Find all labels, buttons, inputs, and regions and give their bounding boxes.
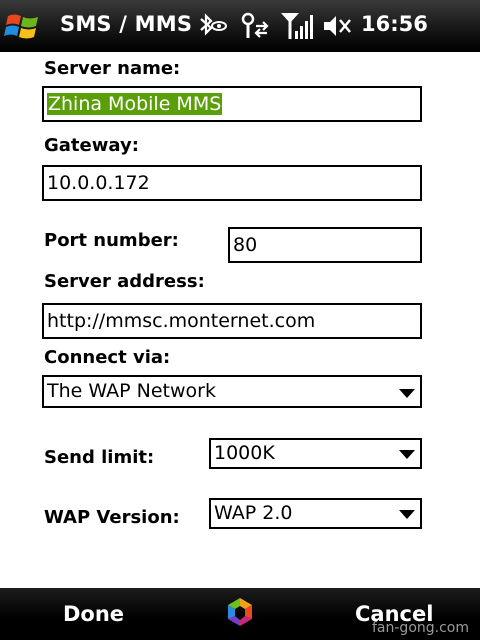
- watermark: fan-gong.com: [372, 620, 469, 636]
- connect-via-value: The WAP Network: [47, 380, 216, 402]
- clock[interactable]: 16:56: [361, 12, 428, 36]
- server-name-field[interactable]: Zhina Mobile MMS: [42, 86, 422, 122]
- chevron-down-icon: [399, 450, 415, 459]
- server-name-value: Zhina Mobile MMS: [47, 93, 223, 115]
- wap-version-dropdown[interactable]: WAP 2.0: [209, 498, 422, 529]
- windows-start-icon[interactable]: [4, 10, 42, 42]
- connectivity-icon[interactable]: [236, 12, 272, 40]
- wap-version-label: WAP Version:: [44, 507, 180, 528]
- signal-icon[interactable]: [280, 12, 314, 40]
- done-button[interactable]: Done: [63, 602, 124, 626]
- port-number-value: 80: [233, 234, 258, 256]
- volume-muted-icon[interactable]: [322, 12, 352, 40]
- server-address-field[interactable]: http://mmsc.monternet.com: [42, 303, 422, 339]
- gateway-label: Gateway:: [44, 135, 139, 156]
- chevron-down-icon: [399, 510, 415, 519]
- app-title[interactable]: SMS / MMS: [60, 12, 192, 36]
- send-limit-label: Send limit:: [44, 447, 155, 468]
- port-number-label: Port number:: [44, 230, 179, 251]
- port-number-field[interactable]: 80: [228, 227, 422, 263]
- wap-version-value: WAP 2.0: [214, 502, 293, 524]
- gateway-value: 10.0.0.172: [47, 172, 150, 194]
- connect-via-dropdown[interactable]: The WAP Network: [42, 375, 422, 408]
- title-bar: SMS / MMS 16:56: [0, 0, 480, 52]
- bluetooth-icon[interactable]: [196, 12, 228, 40]
- server-name-label: Server name:: [44, 58, 181, 79]
- send-limit-dropdown[interactable]: 1000K: [209, 438, 422, 469]
- send-limit-value: 1000K: [214, 442, 275, 464]
- server-address-value: http://mmsc.monternet.com: [47, 310, 316, 332]
- gateway-field[interactable]: 10.0.0.172: [42, 165, 422, 201]
- color-wheel-icon[interactable]: [222, 596, 258, 632]
- chevron-down-icon: [399, 389, 415, 398]
- connect-via-label: Connect via:: [44, 347, 171, 368]
- server-address-label: Server address:: [44, 271, 205, 292]
